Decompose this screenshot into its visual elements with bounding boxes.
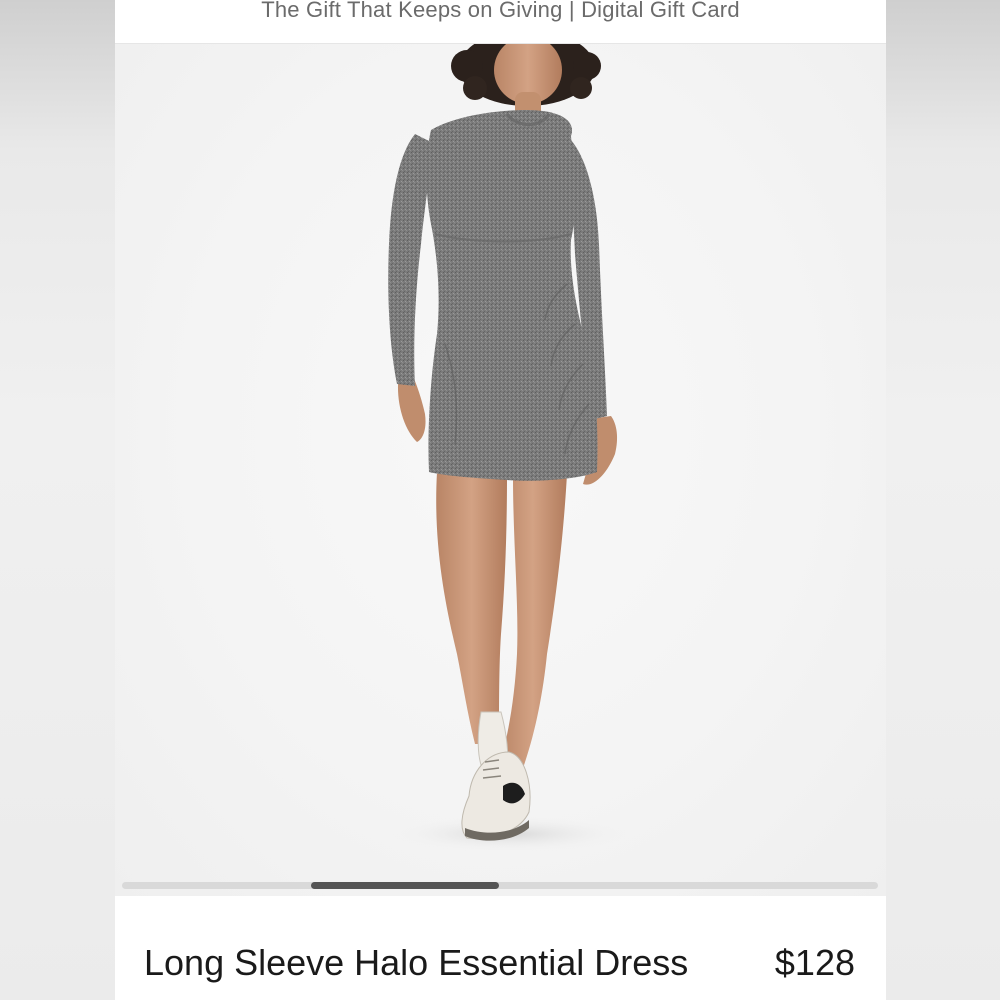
product-title[interactable]: Long Sleeve Halo Essential Dress xyxy=(144,942,688,984)
gallery-scrollbar[interactable] xyxy=(122,882,878,889)
promo-banner-text[interactable]: The Gift That Keeps on Giving | Digital … xyxy=(261,0,740,24)
product-info: Long Sleeve Halo Essential Dress $128 xyxy=(115,896,886,1000)
promo-banner[interactable]: The Gift That Keeps on Giving | Digital … xyxy=(115,0,886,44)
product-page: The Gift That Keeps on Giving | Digital … xyxy=(115,0,886,1000)
product-image-carousel[interactable] xyxy=(115,44,886,896)
product-price: $128 xyxy=(774,942,855,983)
product-photo xyxy=(388,44,630,852)
background-left xyxy=(0,0,115,1000)
background-right xyxy=(886,0,1000,1000)
gallery-scrollbar-thumb[interactable] xyxy=(311,882,499,889)
